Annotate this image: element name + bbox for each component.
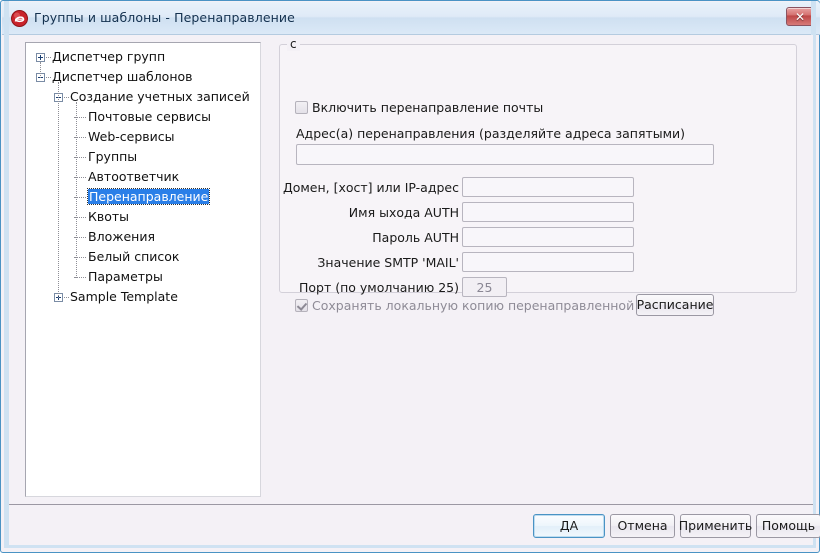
auth-password-label: Пароль AUTH xyxy=(372,230,459,245)
tree-item-label: Квоты xyxy=(88,209,130,224)
tree-item[interactable]: Перенаправление xyxy=(26,188,260,208)
title-bar: Группы и шаблоны - Перенаправление ✕ xyxy=(2,2,820,35)
tree-connector-vertical xyxy=(76,102,77,278)
apply-button[interactable]: Применить xyxy=(679,514,752,538)
cancel-button[interactable]: Отмена xyxy=(610,514,675,538)
tree-item-label-selected: Перенаправление xyxy=(86,188,211,205)
address-input[interactable] xyxy=(296,144,714,165)
domain-input[interactable] xyxy=(462,177,634,197)
schedule-button[interactable]: Расписание xyxy=(636,294,714,316)
close-icon: ✕ xyxy=(794,9,806,24)
auth-password-input[interactable] xyxy=(462,227,634,247)
dialog-body: Диспетчер групп Диспетчер шаблонов Создани… xyxy=(9,35,813,505)
expand-icon[interactable] xyxy=(36,53,45,62)
help-button[interactable]: Помощь xyxy=(756,514,820,538)
dialog-window: Группы и шаблоны - Перенаправление ✕ Дис… xyxy=(0,0,820,553)
tree-item[interactable]: Web-сервисы xyxy=(26,128,260,148)
ok-button[interactable]: ДА xyxy=(533,514,605,538)
tree-item[interactable]: Параметры xyxy=(26,268,260,288)
tree-item-label: Параметры xyxy=(88,269,163,284)
tree-connector xyxy=(64,297,69,298)
tree-item-label: Создание учетных записей xyxy=(70,89,250,104)
navigation-tree: Диспетчер групп Диспетчер шаблонов Создани… xyxy=(26,48,260,308)
tree-item[interactable]: Квоты xyxy=(26,208,260,228)
keep-local-copy-label: Сохранять локальную копию перенаправленн… xyxy=(312,298,679,313)
smtp-mail-label: Значение SMTP 'MAIL' xyxy=(317,255,459,270)
app-icon xyxy=(11,10,28,27)
keep-local-copy-checkbox[interactable] xyxy=(295,299,308,312)
close-button[interactable]: ✕ xyxy=(786,7,814,26)
tree-connector xyxy=(64,97,69,98)
groupbox-legend: с xyxy=(287,37,300,51)
window-title: Группы и шаблоны - Перенаправление xyxy=(34,10,295,25)
tree-connector xyxy=(46,57,51,58)
tree-item-label: Диспетчер групп xyxy=(52,49,166,64)
auth-user-label: Имя ыхода AUTH xyxy=(348,205,459,220)
tree-connector xyxy=(46,77,51,78)
tree-item-label: Белый список xyxy=(88,249,180,264)
port-input[interactable] xyxy=(462,277,507,297)
smtp-mail-input[interactable] xyxy=(462,252,634,272)
tree-item[interactable]: Диспетчер шаблонов xyxy=(26,68,260,88)
footer-bar: ДА Отмена Применить Помощь xyxy=(9,505,820,545)
tree-connector-vertical xyxy=(58,82,59,298)
tree-item[interactable]: Sample Template xyxy=(26,288,260,308)
tree-item-label: Группы xyxy=(88,149,138,164)
navigation-tree-panel[interactable]: Диспетчер групп Диспетчер шаблонов Создани… xyxy=(25,42,261,497)
port-label: Порт (по умолчанию 25) xyxy=(299,280,459,295)
tree-item[interactable]: Группы xyxy=(26,148,260,168)
auth-user-input[interactable] xyxy=(462,202,634,222)
tree-item-label: Sample Template xyxy=(70,289,178,304)
tree-item[interactable]: Диспетчер групп xyxy=(26,48,260,68)
address-label: Адрес(а) перенаправления (разделяйте адр… xyxy=(296,126,686,141)
enable-forwarding-checkbox[interactable] xyxy=(295,101,308,114)
enable-forwarding-label: Включить перенаправление почты xyxy=(312,100,544,115)
tree-item[interactable]: Вложения xyxy=(26,228,260,248)
tree-item[interactable]: Автоответчик xyxy=(26,168,260,188)
tree-item[interactable]: Почтовые сервисы xyxy=(26,108,260,128)
domain-label: Домен, [хост] или IP-адрес xyxy=(282,180,459,195)
tree-item-label: Вложения xyxy=(88,229,155,244)
tree-item[interactable]: Создание учетных записей xyxy=(26,88,260,108)
tree-item-label: Диспетчер шаблонов xyxy=(52,69,193,84)
tree-item[interactable]: Белый список xyxy=(26,248,260,268)
tree-item-label: Автоответчик xyxy=(88,169,180,184)
tree-item-label: Почтовые сервисы xyxy=(88,109,211,124)
tree-item-label: Web-сервисы xyxy=(88,129,175,144)
tree-connector-vertical xyxy=(40,62,41,78)
